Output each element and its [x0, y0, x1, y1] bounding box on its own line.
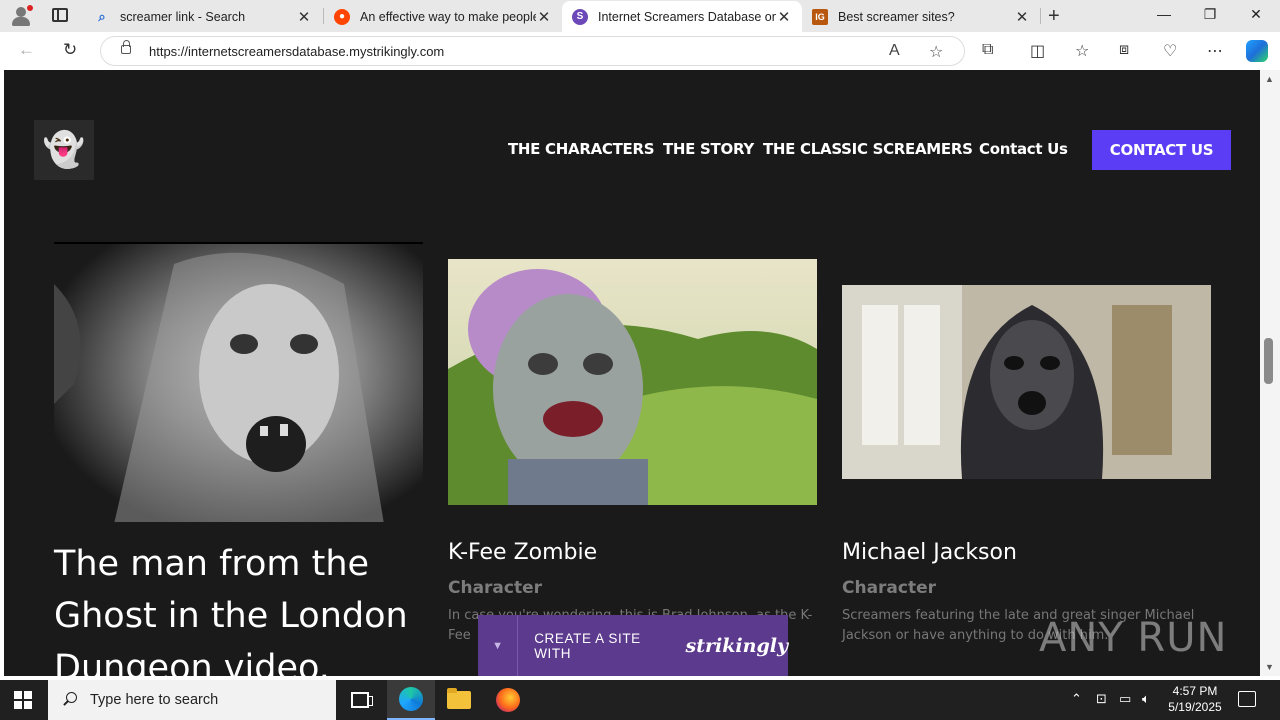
scroll-down-icon[interactable]: ▼: [1265, 662, 1274, 672]
restore-button[interactable]: ❐: [1187, 6, 1233, 23]
michael-jackson-photo[interactable]: [842, 285, 1211, 479]
refresh-icon[interactable]: ↻: [63, 40, 77, 60]
nav-the-characters[interactable]: THE CHARACTERS: [508, 140, 655, 160]
clock-time: 4:57 PM: [1172, 684, 1218, 698]
task-view-icon: [351, 692, 373, 708]
scrollbar-thumb[interactable]: [1264, 338, 1273, 384]
folder-icon: [447, 688, 471, 709]
ig-icon: IG: [812, 8, 828, 25]
close-tab-icon[interactable]: ✕: [296, 8, 312, 26]
banner-text: CREATE A SITE WITH: [534, 631, 641, 661]
toolbar: ← ↻ https://internetscreamersdatabase.my…: [0, 32, 1280, 70]
close-tab-icon[interactable]: ✕: [536, 8, 552, 26]
card-subtitle: Character: [842, 578, 937, 598]
search-icon: ⌕: [98, 8, 106, 24]
tab-actions-icon[interactable]: [52, 8, 68, 22]
tab-best-screamer-sites[interactable]: IG Best screamer sites? ✕: [802, 1, 1040, 32]
chevron-up-icon[interactable]: ⌃: [1071, 691, 1082, 707]
search-icon: [62, 692, 78, 708]
strikingly-logo: strikingly: [685, 635, 788, 657]
scroll-up-icon[interactable]: ▲: [1265, 74, 1274, 84]
tab-title: Internet Screamers Database on S: [598, 9, 776, 24]
usb-icon[interactable]: ⊡: [1096, 691, 1107, 707]
url-text[interactable]: https://internetscreamersdatabase.mystri…: [149, 44, 444, 59]
collections-icon[interactable]: ⧈: [1119, 41, 1129, 59]
site-logo[interactable]: 👻: [34, 120, 94, 180]
more-menu-icon[interactable]: ⋯: [1207, 41, 1223, 61]
favorites-icon[interactable]: ☆: [1075, 41, 1089, 61]
firefox-icon: [496, 688, 520, 712]
address-bar[interactable]: https://internetscreamersdatabase.mystri…: [100, 36, 965, 66]
clock-date: 5/19/2025: [1168, 700, 1222, 714]
nav-the-story[interactable]: THE STORY: [663, 140, 754, 160]
edge-taskbar-button[interactable]: [387, 680, 435, 720]
browser-essentials-icon[interactable]: ♡: [1163, 41, 1177, 61]
close-window-button[interactable]: ✕: [1233, 6, 1279, 23]
close-tab-icon[interactable]: ✕: [1014, 8, 1030, 26]
tab-title: An effective way to make people: [360, 9, 536, 24]
system-clock[interactable]: 4:57 PM 5/19/2025: [1160, 683, 1230, 715]
ghost-photo[interactable]: [54, 242, 423, 522]
contact-us-button[interactable]: CONTACT US: [1092, 130, 1231, 170]
strikingly-icon: S: [572, 8, 588, 25]
task-view-button[interactable]: [336, 680, 384, 720]
favorite-star-icon[interactable]: ☆: [929, 42, 943, 62]
tab-title: screamer link - Search: [120, 9, 246, 24]
taskbar: Type here to search ⌃ ⊡ ▭ 🔈︎ 4:57 PM 5/1…: [0, 680, 1280, 720]
back-icon[interactable]: ←: [18, 40, 35, 60]
close-tab-icon[interactable]: ✕: [776, 8, 792, 26]
nav-the-classic-screamers[interactable]: THE CLASSIC SCREAMERS: [763, 140, 973, 160]
notifications-icon[interactable]: [1238, 691, 1256, 707]
extensions-icon[interactable]: ⧉: [982, 41, 993, 59]
anyrun-watermark: ANY RUN: [1039, 615, 1228, 661]
card-subtitle: Character: [448, 578, 543, 598]
tab-title: Best screamer sites?: [838, 9, 955, 24]
volume-icon[interactable]: 🔈︎: [1142, 691, 1150, 707]
search-placeholder: Type here to search: [90, 692, 219, 708]
new-tab-button[interactable]: +: [1048, 5, 1060, 28]
windows-start-icon[interactable]: [14, 691, 32, 709]
split-screen-icon[interactable]: ◫: [1030, 41, 1045, 61]
taskbar-search-box[interactable]: Type here to search: [48, 680, 336, 720]
card-title-k-fee-zombie[interactable]: K-Fee Zombie: [448, 540, 597, 565]
minimize-button[interactable]: —: [1141, 6, 1187, 22]
firefox-button[interactable]: [484, 680, 532, 720]
profile-avatar-icon[interactable]: [8, 4, 34, 28]
tab-screamers-database[interactable]: S Internet Screamers Database on S ✕: [562, 1, 802, 32]
copilot-icon[interactable]: [1246, 40, 1268, 62]
web-page: 👻 THE CHARACTERS THE STORY THE CLASSIC S…: [4, 70, 1260, 676]
tab-strip: ⌕ screamer link - Search ✕ ● An effectiv…: [0, 0, 1280, 32]
chevron-down-icon[interactable]: ▼: [478, 615, 519, 676]
lock-icon[interactable]: [121, 40, 131, 54]
file-explorer-button[interactable]: [435, 680, 483, 720]
read-aloud-icon[interactable]: A: [889, 42, 900, 60]
tab-screamer-search[interactable]: ⌕ screamer link - Search ✕: [84, 1, 322, 32]
ghost-icon: 👻: [42, 131, 86, 169]
k-fee-zombie-photo[interactable]: [448, 259, 817, 505]
card-title-michael-jackson[interactable]: Michael Jackson: [842, 540, 1017, 565]
reddit-icon: ●: [334, 8, 350, 25]
page-scrollbar[interactable]: ▲ ▼: [1260, 70, 1280, 676]
card-title-ghost[interactable]: The man from the Ghost in the London Dun…: [54, 538, 434, 676]
tab-reddit[interactable]: ● An effective way to make people ✕: [324, 1, 562, 32]
nav-contact-us[interactable]: Contact Us: [979, 140, 1068, 160]
strikingly-banner[interactable]: ▼ CREATE A SITE WITH strikingly: [478, 615, 788, 676]
edge-icon: [399, 687, 423, 711]
network-icon[interactable]: ▭: [1119, 691, 1131, 707]
